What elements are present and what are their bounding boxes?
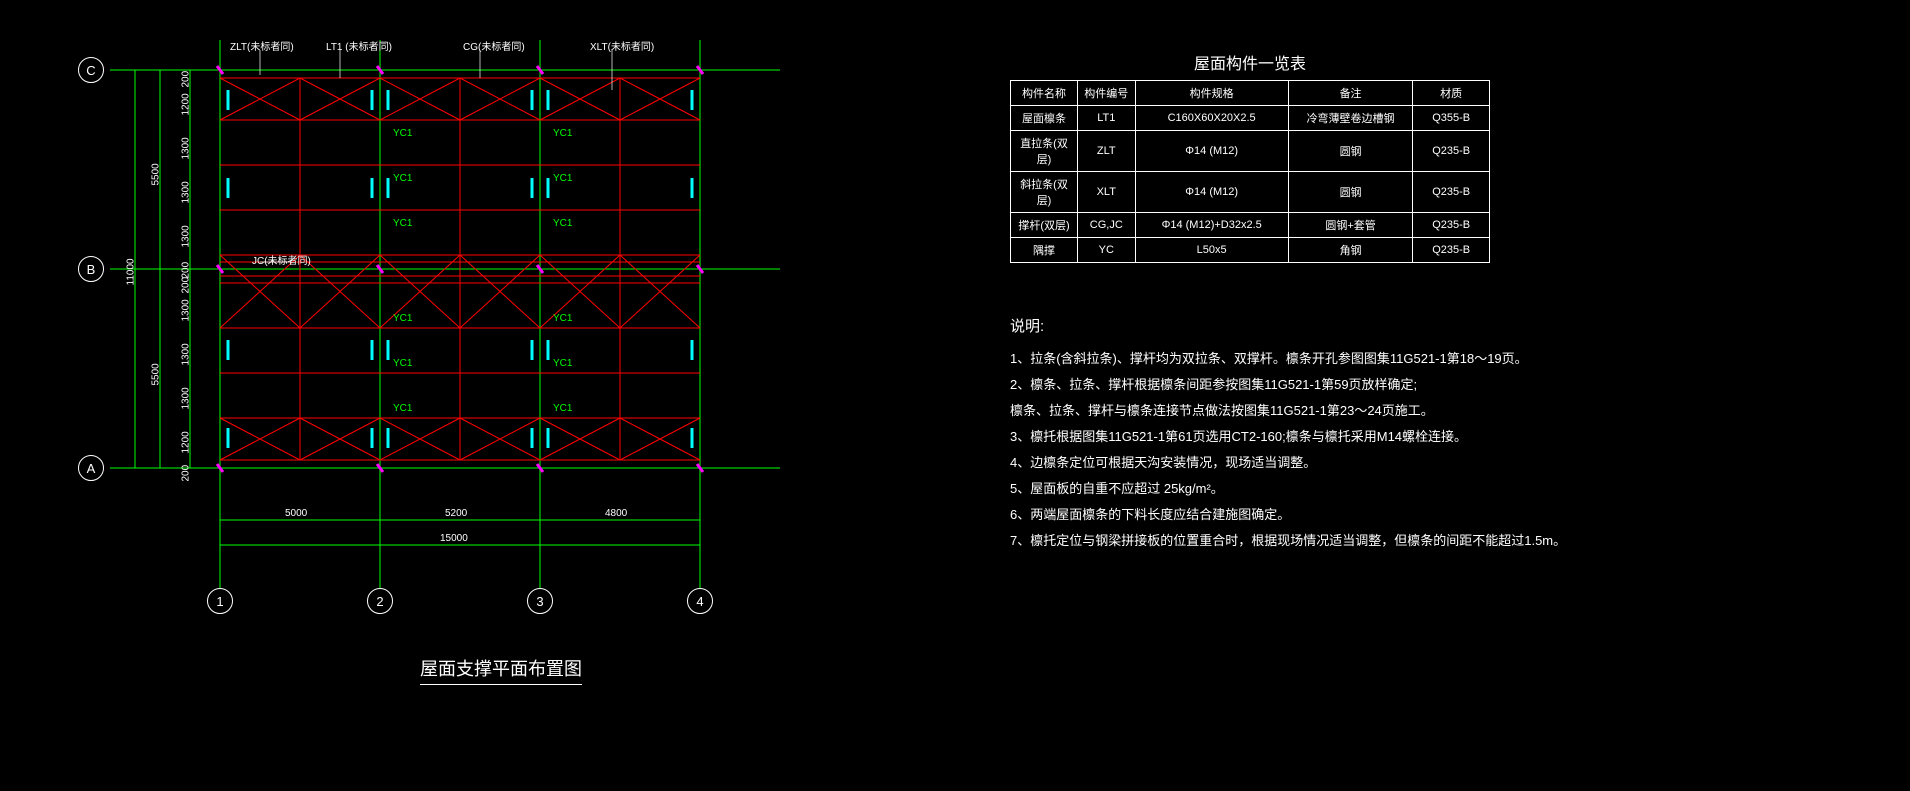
cell: 斜拉条(双层) (1011, 172, 1078, 213)
tag-zlt: ZLT(未标者同) (230, 38, 294, 53)
dim-span-total: 11000 (126, 258, 137, 285)
dim-bay-2: 5200 (445, 508, 467, 519)
notes-section: 说明: 1、拉条(含斜拉条)、撑杆均为双拉条、双撑杆。檩条开孔参图图集11G52… (1010, 315, 1570, 554)
dim-row-t3: 1300 (181, 181, 192, 203)
table-title: 屋面构件一览表 (1010, 50, 1490, 74)
cell: 圆钢 (1288, 172, 1413, 213)
tag-yc1-i: YC1 (393, 358, 412, 369)
th-spec: 构件规格 (1135, 81, 1288, 106)
component-table-section: 屋面构件一览表 构件名称 构件编号 构件规格 备注 材质 屋面檩条 LT1 C1… (1010, 50, 1490, 263)
cell: Φ14 (M12) (1135, 131, 1288, 172)
component-table: 构件名称 构件编号 构件规格 备注 材质 屋面檩条 LT1 C160X60X20… (1010, 80, 1490, 263)
cell: 隅撑 (1011, 238, 1078, 263)
table-row: 斜拉条(双层) XLT Φ14 (M12) 圆钢 Q235-B (1011, 172, 1490, 213)
grid-bubble-1: 1 (207, 588, 233, 614)
tag-xlt: XLT(未标者同) (590, 38, 654, 53)
cell: Q235-B (1413, 213, 1490, 238)
cell: Φ14 (M12)+D32x2.5 (1135, 213, 1288, 238)
dim-row-b5: 200 (181, 465, 192, 482)
tag-yc1-h: YC1 (553, 313, 572, 324)
note-line: 7、檩托定位与钢梁拼接板的位置重合时，根据现场情况适当调整，但檩条的间距不能超过… (1010, 528, 1570, 554)
tag-yc1-c: YC1 (393, 173, 412, 184)
dim-total: 15000 (440, 533, 468, 544)
notes-title: 说明: (1010, 315, 1570, 336)
drawing-title: 屋面支撑平面布置图 (420, 655, 582, 685)
grid-bubble-c: C (78, 57, 104, 83)
note-line: 2、檩条、拉条、撑杆根据檩条间距参按图集11G521-1第59页放样确定; (1010, 372, 1570, 398)
th-remark: 备注 (1288, 81, 1413, 106)
tag-yc1-e: YC1 (393, 218, 412, 229)
dim-row-b1: 1300 (181, 299, 192, 321)
cell: XLT (1078, 172, 1135, 213)
cell: Φ14 (M12) (1135, 172, 1288, 213)
cell: Q235-B (1413, 172, 1490, 213)
grid-bubble-b: B (78, 256, 104, 282)
cell: 直拉条(双层) (1011, 131, 1078, 172)
dim-row-t0: 200 (181, 71, 192, 88)
tag-yc1-a: YC1 (393, 128, 412, 139)
th-name: 构件名称 (1011, 81, 1078, 106)
dim-row-b3: 1300 (181, 387, 192, 409)
cell: CG,JC (1078, 213, 1135, 238)
tag-yc1-d: YC1 (553, 173, 572, 184)
grid-bubble-3: 3 (527, 588, 553, 614)
dim-row-b0: 200 (181, 277, 192, 294)
cell: 圆钢+套管 (1288, 213, 1413, 238)
table-row: 直拉条(双层) ZLT Φ14 (M12) 圆钢 Q235-B (1011, 131, 1490, 172)
cell: C160X60X20X2.5 (1135, 106, 1288, 131)
th-code: 构件编号 (1078, 81, 1135, 106)
cell: LT1 (1078, 106, 1135, 131)
dim-span-top: 5500 (151, 163, 162, 185)
cell: YC (1078, 238, 1135, 263)
note-line: 5、屋面板的自重不应超过 25kg/m²。 (1010, 476, 1570, 502)
grid-bubble-2: 2 (367, 588, 393, 614)
cell: L50x5 (1135, 238, 1288, 263)
note-line: 檩条、拉条、撑杆与檩条连接节点做法按图集11G521-1第23～24页施工。 (1010, 398, 1570, 424)
dim-span-bot: 5500 (151, 363, 162, 385)
cell: ZLT (1078, 131, 1135, 172)
cell: 圆钢 (1288, 131, 1413, 172)
note-line: 6、两端屋面檩条的下料长度应结合建施图确定。 (1010, 502, 1570, 528)
table-row: 撑杆(双层) CG,JC Φ14 (M12)+D32x2.5 圆钢+套管 Q23… (1011, 213, 1490, 238)
tag-jc: JC(未标者同) (252, 252, 311, 267)
note-line: 3、檩托根据图集11G521-1第61页选用CT2-160;檩条与檩托采用M14… (1010, 424, 1570, 450)
cell: Q235-B (1413, 238, 1490, 263)
tag-lt1: LT1 (未标者同) (326, 38, 392, 53)
dim-row-t4: 1300 (181, 225, 192, 247)
dim-row-t1: 1200 (181, 93, 192, 115)
cell: 冷弯薄壁卷边槽钢 (1288, 106, 1413, 131)
tag-yc1-f: YC1 (553, 218, 572, 229)
dim-row-t2: 1300 (181, 137, 192, 159)
roof-plan-drawing: C B A 1 2 3 4 5000 5200 4800 15000 200 1… (60, 30, 940, 650)
th-mat: 材质 (1413, 81, 1490, 106)
note-line: 4、边檩条定位可根据天沟安装情况，现场适当调整。 (1010, 450, 1570, 476)
tag-yc1-j: YC1 (553, 358, 572, 369)
cell: 角钢 (1288, 238, 1413, 263)
dim-row-b4: 1200 (181, 431, 192, 453)
cell: 屋面檩条 (1011, 106, 1078, 131)
table-row: 隅撑 YC L50x5 角钢 Q235-B (1011, 238, 1490, 263)
dim-bay-1: 5000 (285, 508, 307, 519)
grid-bubble-a: A (78, 455, 104, 481)
dim-bay-3: 4800 (605, 508, 627, 519)
dim-row-b2: 1300 (181, 343, 192, 365)
cell: Q235-B (1413, 131, 1490, 172)
plan-svg (60, 30, 940, 650)
note-line: 1、拉条(含斜拉条)、撑杆均为双拉条、双撑杆。檩条开孔参图图集11G521-1第… (1010, 346, 1570, 372)
table-row: 屋面檩条 LT1 C160X60X20X2.5 冷弯薄壁卷边槽钢 Q355-B (1011, 106, 1490, 131)
cell: Q355-B (1413, 106, 1490, 131)
tag-yc1-b: YC1 (553, 128, 572, 139)
table-header-row: 构件名称 构件编号 构件规格 备注 材质 (1011, 81, 1490, 106)
grid-bubble-4: 4 (687, 588, 713, 614)
tag-yc1-l: YC1 (553, 403, 572, 414)
cell: 撑杆(双层) (1011, 213, 1078, 238)
tag-yc1-k: YC1 (393, 403, 412, 414)
tag-cg: CG(未标者同) (463, 38, 525, 53)
tag-yc1-g: YC1 (393, 313, 412, 324)
